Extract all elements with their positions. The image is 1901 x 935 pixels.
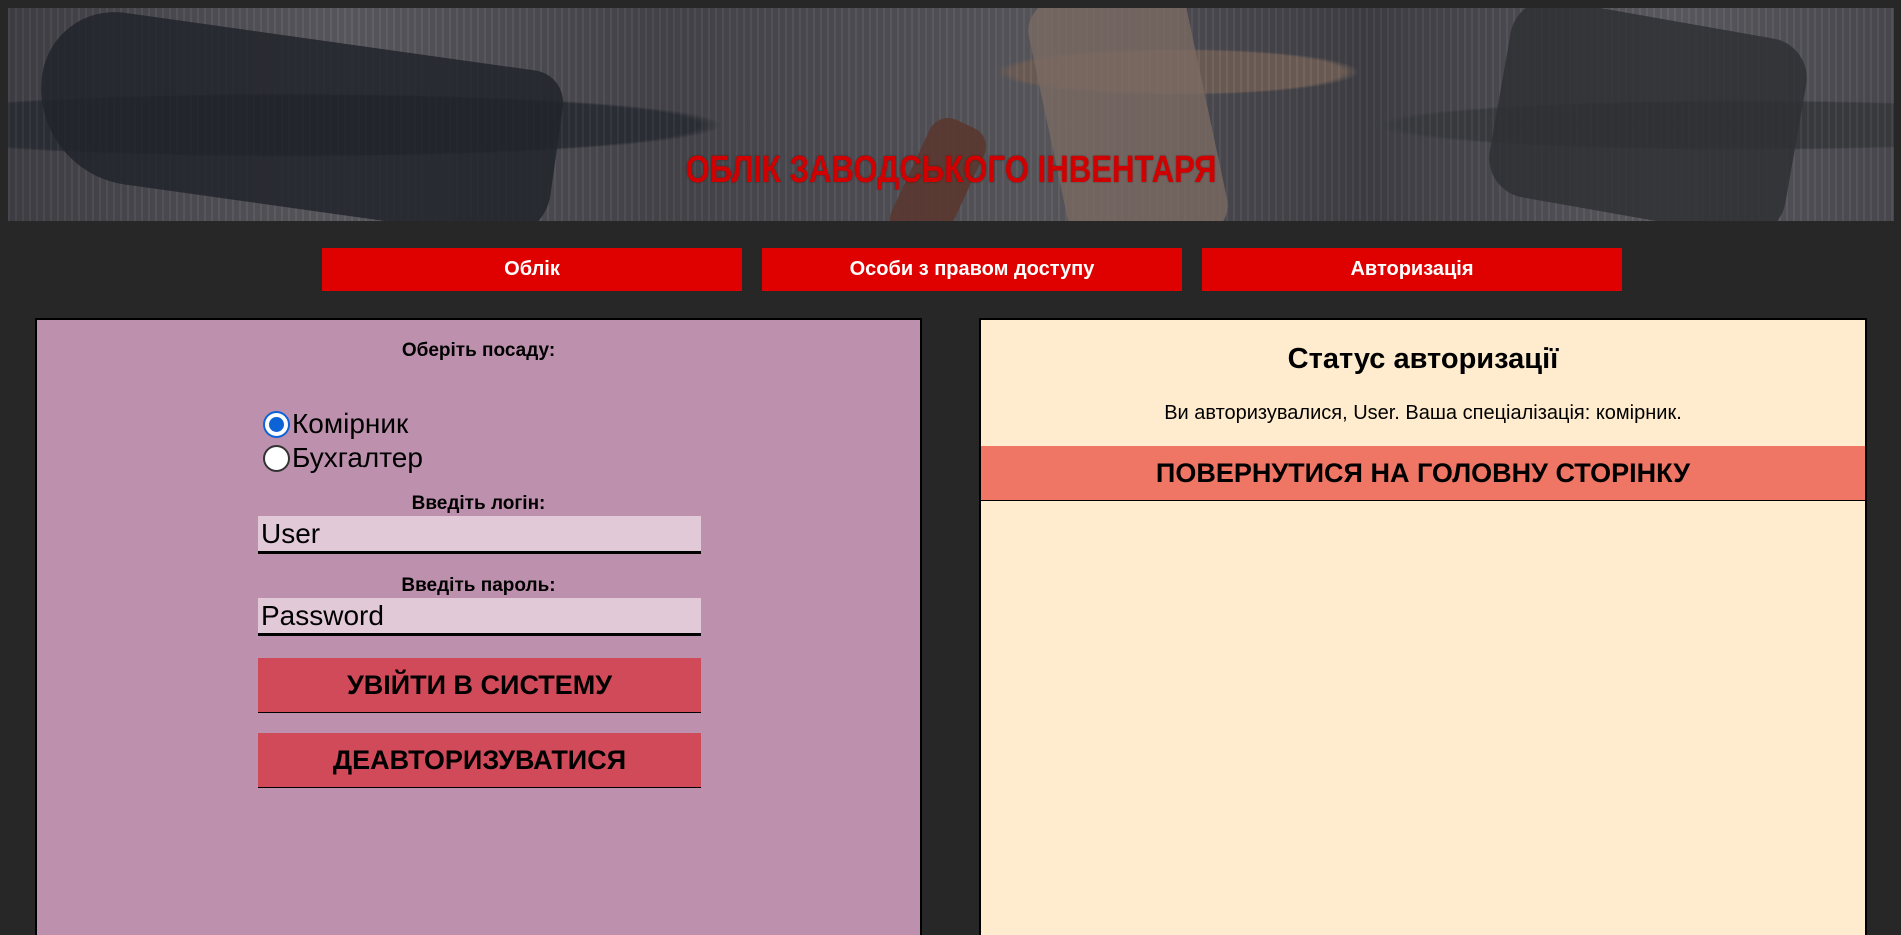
radio-label: Комірник	[292, 408, 409, 439]
radio-label: Бухгалтер	[292, 442, 423, 473]
radio-option-storekeeper[interactable]: Комірник	[263, 408, 408, 440]
password-label: Введіть пароль:	[401, 575, 556, 596]
radio-option-accountant[interactable]: Бухгалтер	[263, 442, 423, 474]
status-title: Статус авторизації	[1287, 343, 1559, 375]
status-panel: Статус авторизації Ви авторизувалися, Us…	[979, 318, 1867, 935]
header-banner: ОБЛІК ЗАВОДСЬКОГО ІНВЕНТАРЯ	[8, 8, 1894, 221]
radio-button[interactable]	[263, 444, 290, 472]
nav-access-persons-button[interactable]: Особи з правом доступу	[762, 248, 1182, 291]
password-input[interactable]: Password	[258, 598, 701, 636]
page: ОБЛІК ЗАВОДСЬКОГО ІНВЕНТАРЯ Облік Особи …	[0, 0, 1901, 935]
site-title: ОБЛІК ЗАВОДСЬКОГО ІНВЕНТАРЯ	[685, 149, 1217, 191]
logout-button[interactable]: ДЕАВТОРИЗУВАТИСЯ	[258, 733, 701, 788]
status-message: Ви авторизувалися, User. Ваша спеціаліза…	[1164, 402, 1682, 424]
login-input[interactable]: User	[258, 516, 701, 554]
login-button[interactable]: УВІЙТИ В СИСТЕМУ	[258, 658, 701, 713]
position-label: Оберіть посаду:	[401, 340, 556, 361]
home-button[interactable]: ПОВЕРНУТИСЯ НА ГОЛОВНУ СТОРІНКУ	[981, 446, 1865, 501]
nav-accounting-button[interactable]: Облік	[322, 248, 742, 291]
main-nav: Облік Особи з правом доступу Авторизація	[322, 248, 1622, 291]
radio-button-checked[interactable]	[263, 410, 290, 438]
login-panel: Оберіть посаду: Комірник Бухгалтер Введі…	[35, 318, 922, 935]
nav-authorization-button[interactable]: Авторизація	[1202, 248, 1622, 291]
login-label: Введіть логін:	[411, 493, 546, 514]
